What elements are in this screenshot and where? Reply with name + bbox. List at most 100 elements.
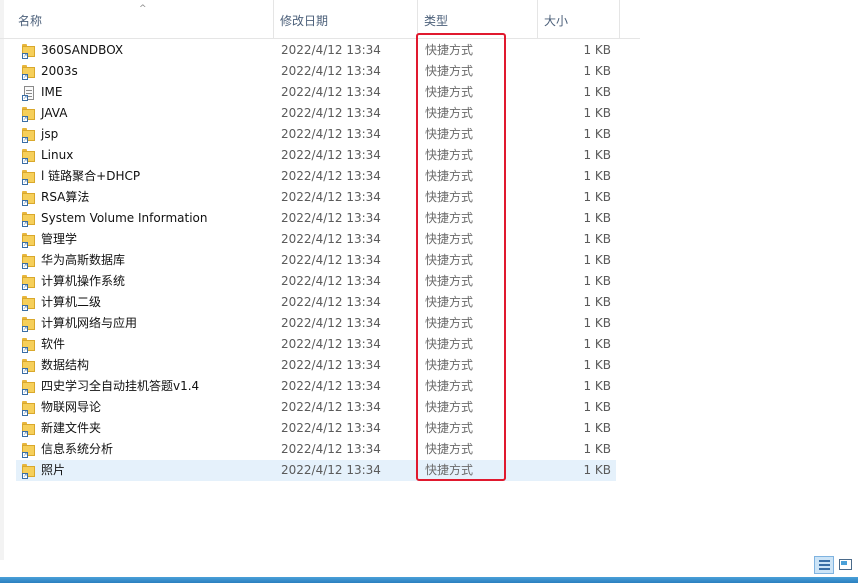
file-modified-date: 2022/4/12 13:34: [281, 442, 381, 456]
folder-shortcut-icon: ↗: [22, 44, 35, 59]
folder-shortcut-icon: ↗: [22, 275, 35, 290]
file-row[interactable]: ↗ 信息系统分析 2022/4/12 13:34 快捷方式 1 KB: [16, 439, 616, 460]
folder-shortcut-icon: ↗: [22, 359, 35, 374]
file-type: 快捷方式: [425, 400, 474, 414]
file-name: System Volume Information: [41, 211, 208, 225]
file-size: 1 KB: [583, 211, 611, 225]
taskbar-edge: [0, 577, 858, 583]
file-name: 四史学习全自动挂机答题v1.4: [41, 379, 200, 393]
file-row[interactable]: ↗ System Volume Information 2022/4/12 13:3…: [16, 208, 616, 229]
file-row[interactable]: ↗ 计算机操作系统 2022/4/12 13:34 快捷方式 1 KB: [16, 271, 616, 292]
file-size: 1 KB: [583, 421, 611, 435]
file-size: 1 KB: [583, 85, 611, 99]
file-list: ↗ 360SANDBOX 2022/4/12 13:34 快捷方式 1 KB ↗ 2003s…: [16, 40, 616, 481]
folder-shortcut-icon: ↗: [22, 443, 35, 458]
file-name: 管理学: [41, 232, 78, 246]
file-row[interactable]: ↗ RSA算法 2022/4/12 13:34 快捷方式 1 KB: [16, 187, 616, 208]
file-row[interactable]: ↗ IME 2022/4/12 13:34 快捷方式 1 KB: [16, 82, 616, 103]
document-shortcut-icon: ↗: [22, 86, 35, 101]
file-row[interactable]: ↗ 物联网导论 2022/4/12 13:34 快捷方式 1 KB: [16, 397, 616, 418]
file-type: 快捷方式: [425, 169, 474, 183]
file-row[interactable]: ↗ 华为高斯数据库 2022/4/12 13:34 快捷方式 1 KB: [16, 250, 616, 271]
file-row[interactable]: ↗ 360SANDBOX 2022/4/12 13:34 快捷方式 1 KB: [16, 40, 616, 61]
folder-shortcut-icon: ↗: [22, 212, 35, 227]
column-header-type[interactable]: 类型: [418, 0, 538, 38]
large-icons-view-button[interactable]: [836, 556, 856, 574]
file-row[interactable]: ↗ 计算机网络与应用 2022/4/12 13:34 快捷方式 1 KB: [16, 313, 616, 334]
file-row[interactable]: ↗ 软件 2022/4/12 13:34 快捷方式 1 KB: [16, 334, 616, 355]
file-size: 1 KB: [583, 127, 611, 141]
file-modified-date: 2022/4/12 13:34: [281, 400, 381, 414]
file-size: 1 KB: [583, 43, 611, 57]
file-modified-date: 2022/4/12 13:34: [281, 337, 381, 351]
file-name: 360SANDBOX: [41, 43, 124, 57]
file-type: 快捷方式: [425, 379, 474, 393]
file-name: 计算机二级: [41, 295, 102, 309]
file-size: 1 KB: [583, 106, 611, 120]
file-modified-date: 2022/4/12 13:34: [281, 148, 381, 162]
file-name: Linux: [41, 148, 74, 162]
file-size: 1 KB: [583, 190, 611, 204]
file-size: 1 KB: [583, 442, 611, 456]
file-row[interactable]: ↗ 四史学习全自动挂机答题v1.4 2022/4/12 13:34 快捷方式 1 KB: [16, 376, 616, 397]
file-row[interactable]: ↗ 计算机二级 2022/4/12 13:34 快捷方式 1 KB: [16, 292, 616, 313]
folder-shortcut-icon: ↗: [22, 422, 35, 437]
file-row[interactable]: ↗ 新建文件夹 2022/4/12 13:34 快捷方式 1 KB: [16, 418, 616, 439]
file-name: 计算机网络与应用: [41, 316, 138, 330]
file-modified-date: 2022/4/12 13:34: [281, 421, 381, 435]
file-name: 照片: [41, 463, 66, 477]
file-name: JAVA: [41, 106, 68, 120]
file-size: 1 KB: [583, 169, 611, 183]
file-type: 快捷方式: [425, 421, 474, 435]
file-modified-date: 2022/4/12 13:34: [281, 379, 381, 393]
file-name: 2003s: [41, 64, 78, 78]
file-type: 快捷方式: [425, 106, 474, 120]
folder-shortcut-icon: ↗: [22, 107, 35, 122]
file-modified-date: 2022/4/12 13:34: [281, 232, 381, 246]
file-name: 数据结构: [41, 358, 90, 372]
file-name: 软件: [41, 337, 66, 351]
folder-shortcut-icon: ↗: [22, 380, 35, 395]
file-type: 快捷方式: [425, 316, 474, 330]
folder-shortcut-icon: ↗: [22, 191, 35, 206]
file-row[interactable]: ↗ 2003s 2022/4/12 13:34 快捷方式 1 KB: [16, 61, 616, 82]
file-row[interactable]: ↗ 管理学 2022/4/12 13:34 快捷方式 1 KB: [16, 229, 616, 250]
file-type: 快捷方式: [425, 253, 474, 267]
file-row[interactable]: ↗ Linux 2022/4/12 13:34 快捷方式 1 KB: [16, 145, 616, 166]
folder-shortcut-icon: ↗: [22, 233, 35, 248]
file-row[interactable]: ↗ 数据结构 2022/4/12 13:34 快捷方式 1 KB: [16, 355, 616, 376]
file-type: 快捷方式: [425, 43, 474, 57]
file-row[interactable]: ↗ JAVA 2022/4/12 13:34 快捷方式 1 KB: [16, 103, 616, 124]
details-view-button[interactable]: [814, 556, 834, 574]
file-modified-date: 2022/4/12 13:34: [281, 295, 381, 309]
column-header-date[interactable]: 修改日期: [274, 0, 418, 38]
file-size: 1 KB: [583, 64, 611, 78]
file-size: 1 KB: [583, 253, 611, 267]
file-type: 快捷方式: [425, 127, 474, 141]
folder-shortcut-icon: ↗: [22, 464, 35, 479]
folder-shortcut-icon: ↗: [22, 338, 35, 353]
file-type: 快捷方式: [425, 295, 474, 309]
file-row[interactable]: ↗ l 链路聚合+DHCP 2022/4/12 13:34 快捷方式 1 KB: [16, 166, 616, 187]
file-name: 计算机操作系统: [41, 274, 126, 288]
file-modified-date: 2022/4/12 13:34: [281, 106, 381, 120]
file-type: 快捷方式: [425, 358, 474, 372]
folder-shortcut-icon: ↗: [22, 170, 35, 185]
file-size: 1 KB: [583, 379, 611, 393]
large-icons-view-icon: [839, 559, 852, 570]
file-modified-date: 2022/4/12 13:34: [281, 64, 381, 78]
file-type: 快捷方式: [425, 148, 474, 162]
file-modified-date: 2022/4/12 13:34: [281, 169, 381, 183]
folder-shortcut-icon: ↗: [22, 296, 35, 311]
file-modified-date: 2022/4/12 13:34: [281, 358, 381, 372]
file-name: l 链路聚合+DHCP: [41, 169, 141, 183]
file-size: 1 KB: [583, 400, 611, 414]
file-name: 华为高斯数据库: [41, 253, 126, 267]
file-size: 1 KB: [583, 463, 611, 477]
folder-shortcut-icon: ↗: [22, 128, 35, 143]
column-header-size[interactable]: 大小: [538, 0, 620, 38]
file-row[interactable]: ↗ jsp 2022/4/12 13:34 快捷方式 1 KB: [16, 124, 616, 145]
file-row[interactable]: ↗ 照片 2022/4/12 13:34 快捷方式 1 KB: [16, 460, 616, 481]
file-size: 1 KB: [583, 295, 611, 309]
file-modified-date: 2022/4/12 13:34: [281, 316, 381, 330]
